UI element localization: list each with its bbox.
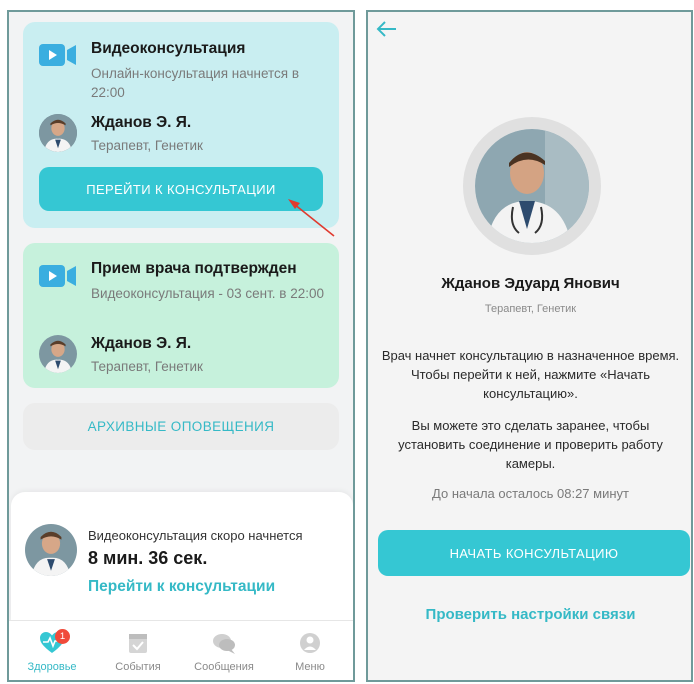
countdown-time: 8 мин. 36 сек. bbox=[88, 548, 208, 568]
bottom-tab-bar: 1 Здоровье События Сообщения Меню bbox=[9, 620, 353, 680]
check-connection-settings-link[interactable]: Проверить настройки связи bbox=[368, 606, 691, 623]
doctor-name: Жданов Э. Я. bbox=[91, 335, 192, 352]
tab-label: Здоровье bbox=[27, 661, 77, 673]
tab-label: Меню bbox=[295, 661, 325, 673]
doctor-specialty: Терапевт, Генетик bbox=[484, 303, 577, 315]
video-consultation-card[interactable]: Видеоконсультация Онлайн-консультация на… bbox=[23, 22, 339, 228]
doctor-full-name: Жданов Эдуард Янович bbox=[441, 275, 620, 292]
video-camera-icon bbox=[39, 265, 76, 287]
doctor-avatar bbox=[39, 335, 77, 373]
appointment-confirmed-card[interactable]: Прием врача подтвержден Видеоконсультаци… bbox=[23, 243, 339, 388]
tab-menu[interactable]: Меню bbox=[267, 627, 353, 680]
back-arrow-icon[interactable] bbox=[376, 20, 398, 38]
card-title: Видеоконсультация bbox=[91, 40, 246, 57]
go-to-consultation-link[interactable]: Перейти к консультации bbox=[88, 578, 275, 596]
start-consultation-button[interactable]: НАЧАТЬ КОНСУЛЬТАЦИЮ bbox=[378, 530, 690, 576]
menu-icon bbox=[300, 633, 320, 653]
card-subtitle: Видеоконсультация - 03 сент. в 22:00 bbox=[91, 286, 325, 301]
notifications-screen: Видеоконсультация Онлайн-консультация на… bbox=[7, 10, 355, 682]
tab-messages[interactable]: Сообщения bbox=[181, 627, 267, 680]
banner-subtitle: Видеоконсультация скоро начнется bbox=[88, 528, 303, 543]
tab-label: События bbox=[115, 661, 161, 673]
time-remaining: До начала осталось 08:27 минут bbox=[432, 486, 629, 501]
consultation-soon-banner[interactable]: Видеоконсультация скоро начнется 8 мин. … bbox=[11, 492, 353, 622]
tab-health[interactable]: 1 Здоровье bbox=[9, 627, 95, 680]
card-title: Прием врача подтвержден bbox=[91, 260, 297, 277]
go-to-consultation-button[interactable]: ПЕРЕЙТИ К КОНСУЛЬТАЦИИ bbox=[39, 167, 323, 211]
card-subtitle: Онлайн-консультация начнется в 22:00 bbox=[91, 66, 300, 100]
doctor-avatar bbox=[25, 524, 77, 576]
consultation-waiting-screen: Жданов Эдуард Янович Терапевт, Генетик В… bbox=[366, 10, 693, 682]
doctor-photo bbox=[463, 117, 601, 255]
calendar-icon bbox=[129, 634, 147, 653]
archived-notifications-label: АРХИВНЫЕ ОПОВЕЩЕНИЯ bbox=[87, 419, 275, 434]
notification-badge: 1 bbox=[55, 629, 70, 644]
chat-icon bbox=[213, 634, 235, 654]
doctor-name: Жданов Э. Я. bbox=[91, 114, 192, 131]
doctor-specialty: Терапевт, Генетик bbox=[91, 138, 203, 153]
tab-events[interactable]: События bbox=[95, 627, 181, 680]
video-camera-icon bbox=[39, 44, 76, 66]
doctor-avatar bbox=[39, 114, 77, 152]
tab-label: Сообщения bbox=[194, 661, 254, 673]
doctor-specialty: Терапевт, Генетик bbox=[91, 359, 203, 374]
instruction-text: Врач начнет консультацию в назначенное в… bbox=[381, 348, 680, 401]
doctor-portrait-image bbox=[475, 129, 589, 243]
instruction-text-advance: Вы можете это сделать заранее, чтобы уст… bbox=[398, 418, 663, 471]
archived-notifications-button[interactable]: АРХИВНЫЕ ОПОВЕЩЕНИЯ bbox=[23, 403, 339, 450]
